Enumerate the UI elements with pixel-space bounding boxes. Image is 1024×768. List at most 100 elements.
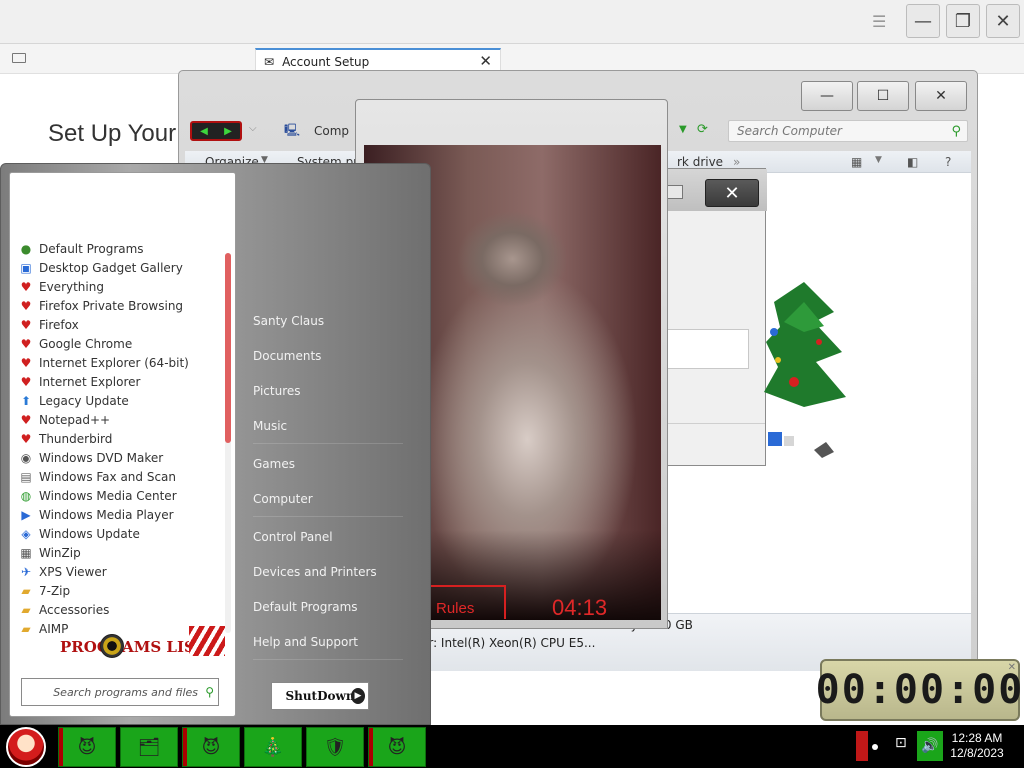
start-link-devices-and-printers[interactable]: Devices and Printers [253,565,377,579]
program-item[interactable]: ◈ Windows Update [18,524,223,543]
explorer-maximize-button[interactable]: ☐ [857,81,909,111]
program-item[interactable]: ✈ XPS Viewer [18,562,223,581]
taskbar-clock[interactable]: 12:28 AM 12/8/2023 [946,731,1008,761]
restore-button[interactable]: ❐ [946,4,980,38]
christmas-tree-icon [764,282,846,458]
devil-icon: ♥ [20,317,32,332]
program-label: Windows Fax and Scan [39,469,177,484]
start-link-control-panel[interactable]: Control Panel [253,530,333,544]
devil-icon: ♥ [20,374,32,389]
program-item[interactable]: ● Default Programs [18,239,223,258]
taskbar: 😈 🗂 😈 🎄 🛡 😈 ⊡ 🔊 12:28 AM 12/8/2023 [0,725,1024,768]
preview-pane-icon[interactable]: ◧ [907,155,918,169]
program-item[interactable]: ♥ Everything [18,277,223,296]
shutdown-options-icon[interactable]: ▶ [351,688,365,704]
nav-dropdown-icon[interactable]: ⌵ [249,123,257,134]
folder-icon[interactable] [12,53,26,63]
program-item[interactable]: ▰ 7-Zip [18,581,223,600]
tray-red-bar [856,731,868,761]
search-icon[interactable]: ⚲ [951,124,961,139]
program-item[interactable]: ▦ WinZip [18,543,223,562]
start-link-music[interactable]: Music [253,419,287,433]
view-dropdown-icon[interactable]: ▼ [875,155,882,165]
timer-close-icon[interactable]: ✕ [1008,662,1016,673]
minimize-button[interactable]: — [906,4,940,38]
start-link-help-and-support[interactable]: Help and Support [253,635,358,649]
view-options-icon[interactable]: ▦ [851,155,862,169]
taskbar-tree-button[interactable]: 🎄 [244,727,302,767]
computer-icon: 🖳 [284,122,301,137]
explorer-search-input[interactable]: Search Computer ⚲ [728,120,968,142]
explorer-minimize-button[interactable]: — [801,81,853,111]
start-link-pictures[interactable]: Pictures [253,384,301,398]
more-chevron-icon[interactable]: » [733,155,740,169]
media-player-icon: ▶ [21,507,31,522]
dialog-input-field[interactable] [665,329,749,369]
hamburger-menu-icon[interactable]: ☰ [872,12,886,31]
program-item[interactable]: ♥ Thunderbird [18,429,223,448]
volume-icon[interactable]: 🔊 [917,731,943,761]
program-item[interactable]: ▰ Accessories [18,600,223,619]
start-link-documents[interactable]: Documents [253,349,321,363]
program-item[interactable]: ♥ Firefox [18,315,223,334]
program-item[interactable]: ▶ Windows Media Player [18,505,223,524]
start-search-input[interactable]: Search programs and files ⚲ [21,678,219,706]
timer-widget[interactable]: 00:00:00 ✕ [816,659,1022,721]
start-link-default-programs[interactable]: Default Programs [253,600,358,614]
taskbar-explorer-button[interactable]: 🗂 [120,727,178,767]
update-icon: ⬆ [20,393,32,408]
taskbar-video-button[interactable]: 😈 [368,727,426,767]
tab-close-icon[interactable]: ✕ [479,52,492,70]
program-label: Accessories [39,602,110,617]
taskbar-security-button[interactable]: 🛡 [306,727,364,767]
forward-arrow-icon[interactable]: ▶ [224,126,232,137]
map-network-drive-button[interactable]: rk drive [677,155,723,169]
program-item[interactable]: ⬆ Legacy Update [18,391,223,410]
app-titlebar: ☰ — ❐ ✕ [0,0,1024,44]
explorer-close-button[interactable]: ✕ [915,81,967,111]
program-item[interactable]: ♥ Notepad++ [18,410,223,429]
start-link-separator [253,516,403,517]
shutdown-label: ShutDown [285,689,355,703]
close-button[interactable]: ✕ [986,4,1020,38]
search-icon[interactable]: ⚲ [205,685,214,699]
program-item[interactable]: ▣ Desktop Gadget Gallery [18,258,223,277]
start-link-games[interactable]: Games [253,457,295,471]
start-link-santy-claus[interactable]: Santy Claus [253,314,324,328]
program-item[interactable]: ◉ Windows DVD Maker [18,448,223,467]
dialog-divider [665,423,765,424]
start-button-santa-icon[interactable] [6,727,46,767]
devil-icon: ♥ [20,279,32,294]
program-label: Windows Update [39,526,140,541]
program-item[interactable]: ◍ Windows Media Center [18,486,223,505]
dialog-close-button[interactable]: ✕ [705,179,759,207]
network-icon[interactable]: ⊡ [895,735,915,755]
refresh-icon[interactable]: ⟳ [697,122,708,137]
programs-scroll-thumb[interactable] [225,253,231,443]
shutdown-button[interactable]: ShutDown ▶ [271,682,369,710]
programs-scrollbar[interactable] [225,253,231,633]
back-arrow-icon[interactable]: ◀ [200,126,208,137]
program-label: Windows Media Player [39,507,174,522]
start-link-separator [253,443,403,444]
program-label: Legacy Update [39,393,129,408]
clock-date: 12/8/2023 [950,746,1004,760]
program-item[interactable]: ♥ Google Chrome [18,334,223,353]
shield-icon: 🛡 [323,736,347,758]
taskbar-devil-button[interactable]: 😈 [182,727,240,767]
program-item[interactable]: ♥ Firefox Private Browsing [18,296,223,315]
back-forward-buttons[interactable]: ◀ ▶ [190,121,242,141]
program-label: Desktop Gadget Gallery [39,260,183,275]
start-link-computer[interactable]: Computer [253,492,313,506]
address-dropdown-icon[interactable]: ▼ [679,124,687,135]
taskbar-shutdown-devil-button[interactable]: 😈 [58,727,116,767]
explorer-icon: 🗂 [137,736,161,758]
default-programs-icon: ● [20,241,32,256]
program-item[interactable]: ▤ Windows Fax and Scan [18,467,223,486]
help-icon[interactable]: ? [945,155,951,169]
program-item[interactable]: ♥ Internet Explorer [18,372,223,391]
program-item[interactable]: ♥ Internet Explorer (64-bit) [18,353,223,372]
devil-icon: ♥ [20,412,32,427]
devil-icon: ♥ [20,431,32,446]
program-label: Default Programs [39,241,144,256]
